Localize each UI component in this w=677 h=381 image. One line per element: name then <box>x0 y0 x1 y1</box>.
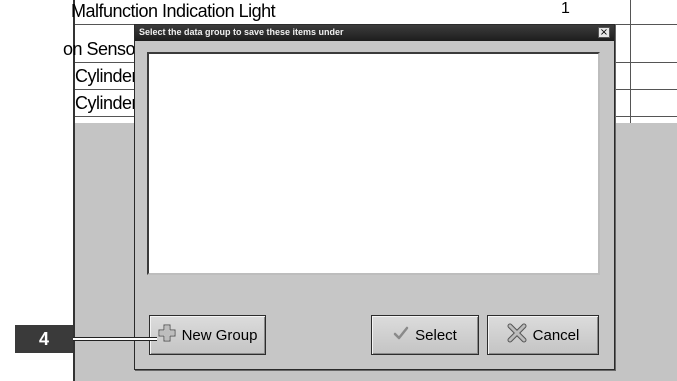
new-group-button[interactable]: New Group <box>149 315 266 355</box>
dialog-titlebar[interactable]: Select the data group to save these item… <box>135 25 614 41</box>
checkmark-icon <box>393 325 409 345</box>
callout-number: 4 <box>15 325 73 353</box>
dialog-title: Select the data group to save these item… <box>139 27 344 37</box>
table-cell-name: Cylinder <box>75 66 138 86</box>
data-group-list[interactable] <box>147 52 600 275</box>
cancel-button[interactable]: Cancel <box>487 315 599 355</box>
table-cell-name: Malfunction Indication Light <box>71 1 276 21</box>
select-button[interactable]: Select <box>371 315 479 355</box>
x-cross-icon <box>507 323 527 347</box>
select-label: Select <box>415 326 457 344</box>
cancel-label: Cancel <box>532 326 580 344</box>
close-icon: × <box>599 27 609 38</box>
new-group-label: New Group <box>181 326 258 344</box>
callout-pointer-line <box>73 337 157 341</box>
table-cell-value: 1 <box>561 0 570 17</box>
close-button[interactable]: × <box>598 27 610 38</box>
table-row[interactable]: Malfunction Indication Light 1 <box>71 0 677 25</box>
plus-icon <box>158 324 176 346</box>
select-data-group-dialog: Select the data group to save these item… <box>134 24 615 370</box>
column-divider <box>630 0 631 123</box>
table-cell-name: on Sensor <box>63 39 141 59</box>
table-cell-name: Cylinder <box>75 93 138 113</box>
